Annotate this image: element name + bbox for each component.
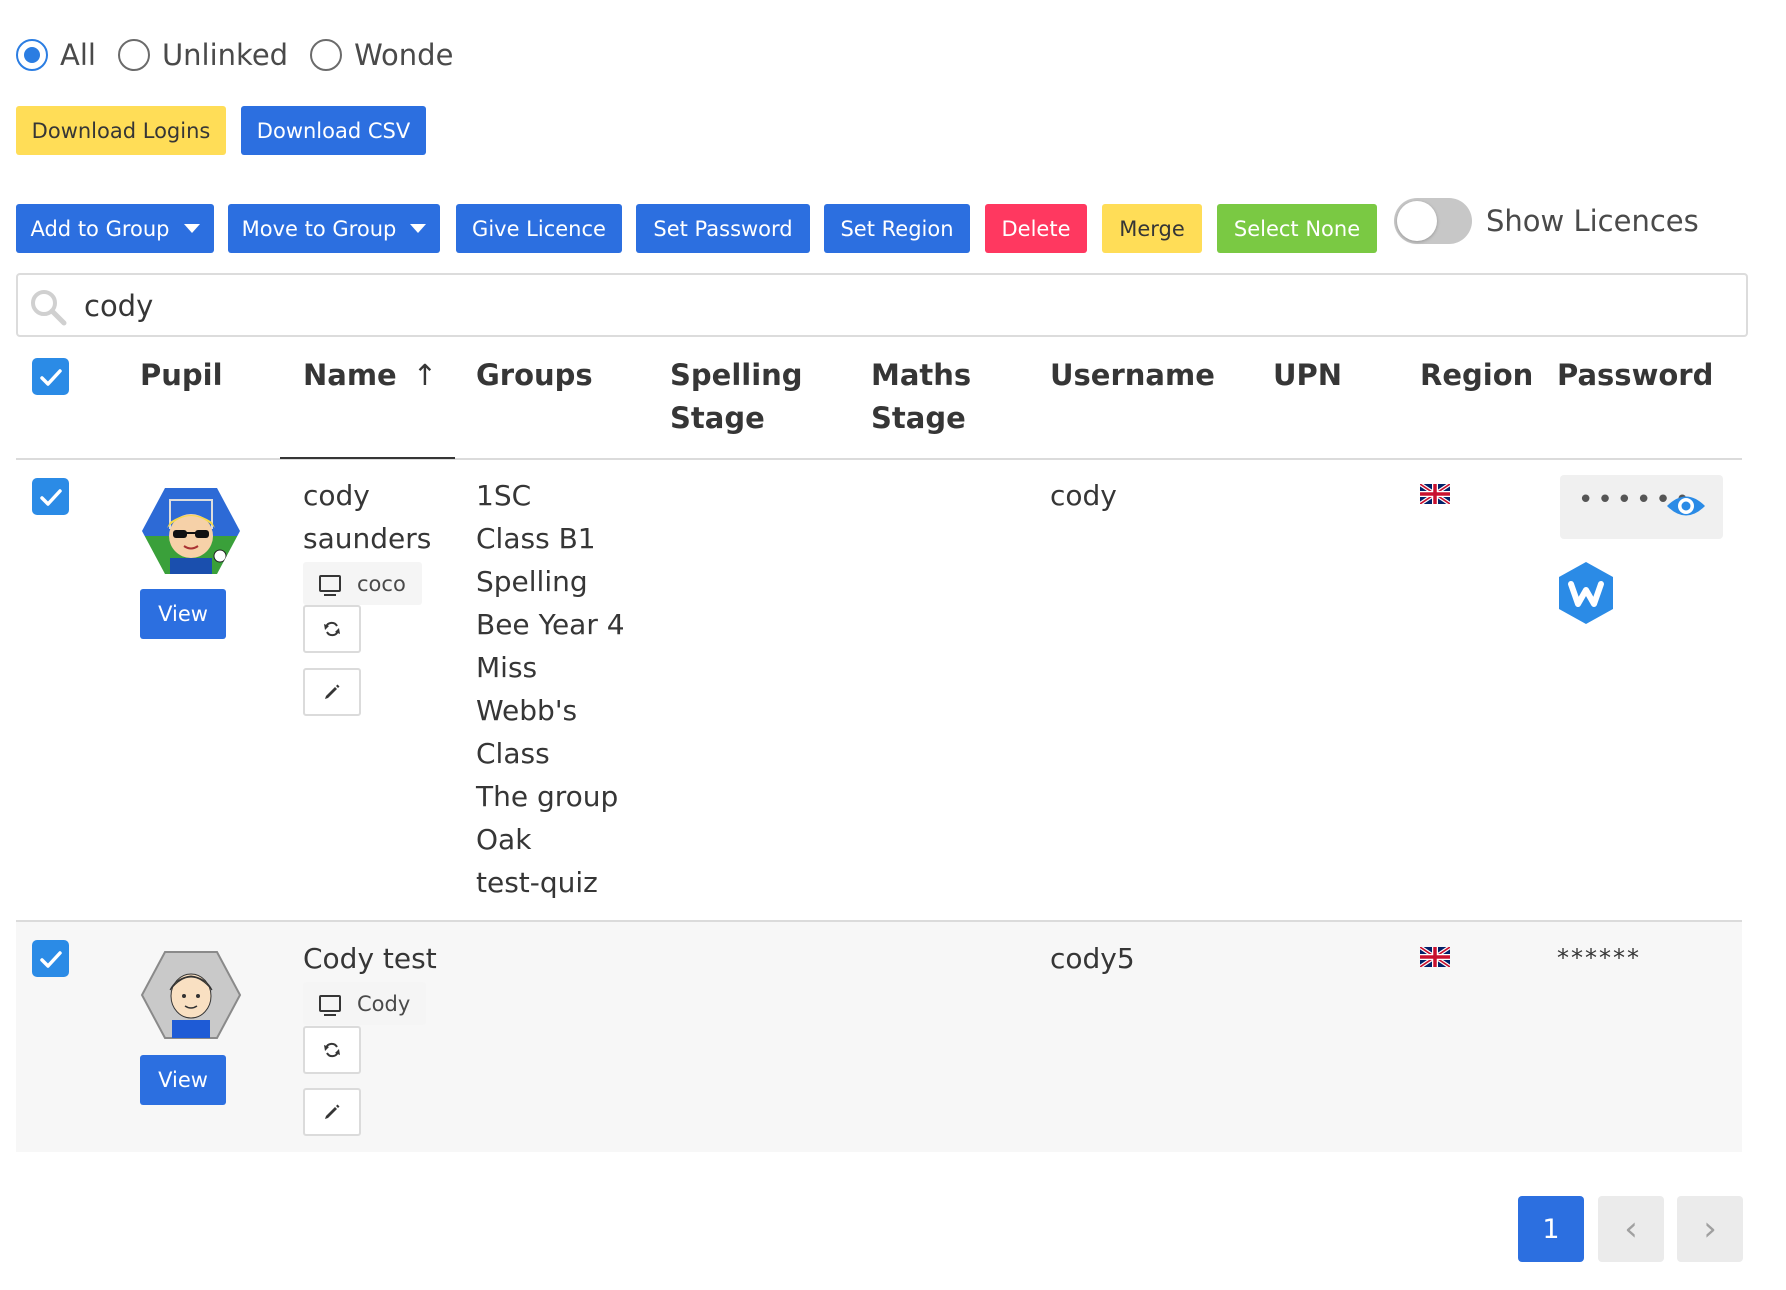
group-item: Spelling: [476, 565, 588, 598]
login-name: coco: [357, 571, 406, 596]
group-item: Miss: [476, 651, 538, 684]
header-groups: Groups: [476, 358, 593, 392]
check-icon: [39, 950, 62, 968]
group-item: The group: [476, 780, 619, 813]
header-spelling-line1: Spelling: [670, 358, 803, 392]
radio-label: All: [60, 38, 96, 72]
refresh-icon: [324, 1042, 340, 1058]
uk-flag-icon: [1420, 947, 1450, 967]
filter-radio-group: All Unlinked Wonde: [16, 38, 475, 72]
header-divider: [16, 458, 1742, 460]
download-logins-button[interactable]: Download Logins: [16, 106, 226, 155]
pencil-icon: [325, 1104, 340, 1119]
merge-button[interactable]: Merge: [1102, 204, 1202, 253]
previous-page-button[interactable]: ‹: [1598, 1196, 1664, 1262]
set-region-button[interactable]: Set Region: [824, 204, 970, 253]
header-spelling-stage: Spelling Stage: [670, 354, 803, 440]
caret-down-icon: [410, 224, 427, 233]
pupil-first-name: cody: [303, 479, 370, 512]
group-item: Bee Year 4: [476, 608, 625, 641]
search-input[interactable]: [82, 281, 1686, 331]
login-name-tag: Cody: [303, 982, 427, 1025]
check-icon: [39, 488, 62, 506]
row-checkbox[interactable]: [32, 478, 69, 515]
header-password: Password: [1557, 358, 1714, 392]
login-name: Cody: [357, 991, 411, 1016]
header-upn: UPN: [1273, 358, 1343, 392]
uk-flag-icon: [1420, 484, 1450, 504]
pupil-last-name: saunders: [303, 522, 432, 555]
monitor-icon: [319, 575, 341, 596]
header-maths-line2: Stage: [871, 401, 966, 435]
reset-login-button[interactable]: [303, 1026, 361, 1074]
header-spelling-line2: Stage: [670, 401, 765, 435]
caret-down-icon: [183, 224, 200, 233]
login-name-tag: coco: [303, 562, 422, 605]
header-maths-line1: Maths: [871, 358, 972, 392]
header-region: Region: [1420, 358, 1534, 392]
header-username: Username: [1050, 358, 1215, 392]
radio-unchecked-indicator: [117, 39, 150, 71]
password-field: ••••••: [1560, 475, 1723, 539]
view-pupil-button[interactable]: View: [140, 1055, 226, 1105]
pupil-avatar: [140, 951, 242, 1039]
monitor-icon: [319, 995, 341, 1016]
sorted-column-indicator: [280, 457, 455, 459]
add-to-group-button[interactable]: Add to Group: [16, 204, 214, 253]
username: cody: [1050, 479, 1117, 512]
download-csv-button[interactable]: Download CSV: [241, 106, 426, 155]
search-icon: [31, 290, 67, 326]
radio-unchecked-indicator: [310, 39, 343, 71]
page-1-button[interactable]: 1: [1518, 1196, 1584, 1262]
radio-label: Unlinked: [161, 38, 289, 72]
sort-ascending-icon: ↑: [412, 358, 438, 392]
username: cody5: [1050, 942, 1135, 975]
table-row-highlight: [16, 922, 1742, 1152]
pupil-name: cody saunders: [303, 474, 431, 560]
pencil-icon: [325, 684, 340, 699]
filter-radio-wonde[interactable]: Wonde: [310, 38, 453, 72]
give-licence-button[interactable]: Give Licence: [456, 204, 622, 253]
move-to-group-button[interactable]: Move to Group: [228, 204, 440, 253]
group-item: Webb's: [476, 694, 578, 727]
reset-login-button[interactable]: [303, 605, 361, 653]
wonde-logo-icon: [1559, 562, 1613, 624]
show-licences-toggle[interactable]: [1394, 198, 1472, 244]
group-item: Class B1: [476, 522, 596, 555]
filter-radio-unlinked[interactable]: Unlinked: [117, 38, 289, 72]
search-bar: [16, 273, 1748, 337]
filter-radio-all[interactable]: All: [16, 38, 96, 72]
check-icon: [39, 368, 62, 386]
header-pupil: Pupil: [140, 358, 223, 392]
group-item: Class: [476, 737, 550, 770]
pupil-name: Cody test: [303, 942, 437, 975]
show-licences-label: Show Licences: [1486, 204, 1699, 238]
radio-label: Wonde: [354, 38, 454, 72]
group-item: test-quiz: [476, 866, 598, 899]
edit-pupil-button[interactable]: [303, 1088, 361, 1136]
set-password-button[interactable]: Set Password: [636, 204, 810, 253]
delete-button[interactable]: Delete: [985, 204, 1087, 253]
select-none-button[interactable]: Select None: [1217, 204, 1377, 253]
select-all-checkbox[interactable]: [32, 358, 69, 395]
password-masked: ******: [1557, 944, 1641, 972]
add-to-group-label: Add to Group: [30, 216, 170, 241]
header-name-label: Name: [303, 358, 397, 392]
next-page-button[interactable]: ›: [1677, 1196, 1743, 1262]
pupil-avatar: [142, 488, 240, 574]
toggle-knob: [1397, 201, 1437, 241]
groups-list: 1SC Class B1 Spelling Bee Year 4 Miss We…: [476, 474, 625, 904]
group-item: Oak: [476, 823, 532, 856]
refresh-icon: [324, 621, 340, 637]
row-checkbox[interactable]: [32, 940, 69, 977]
edit-pupil-button[interactable]: [303, 668, 361, 716]
radio-checked-indicator: [16, 39, 48, 71]
header-name[interactable]: Name ↑: [303, 354, 437, 397]
header-maths-stage: Maths Stage: [871, 354, 971, 440]
group-item: 1SC: [476, 479, 532, 512]
view-pupil-button[interactable]: View: [140, 589, 226, 639]
eye-icon[interactable]: [1665, 491, 1707, 521]
move-to-group-label: Move to Group: [241, 216, 397, 241]
